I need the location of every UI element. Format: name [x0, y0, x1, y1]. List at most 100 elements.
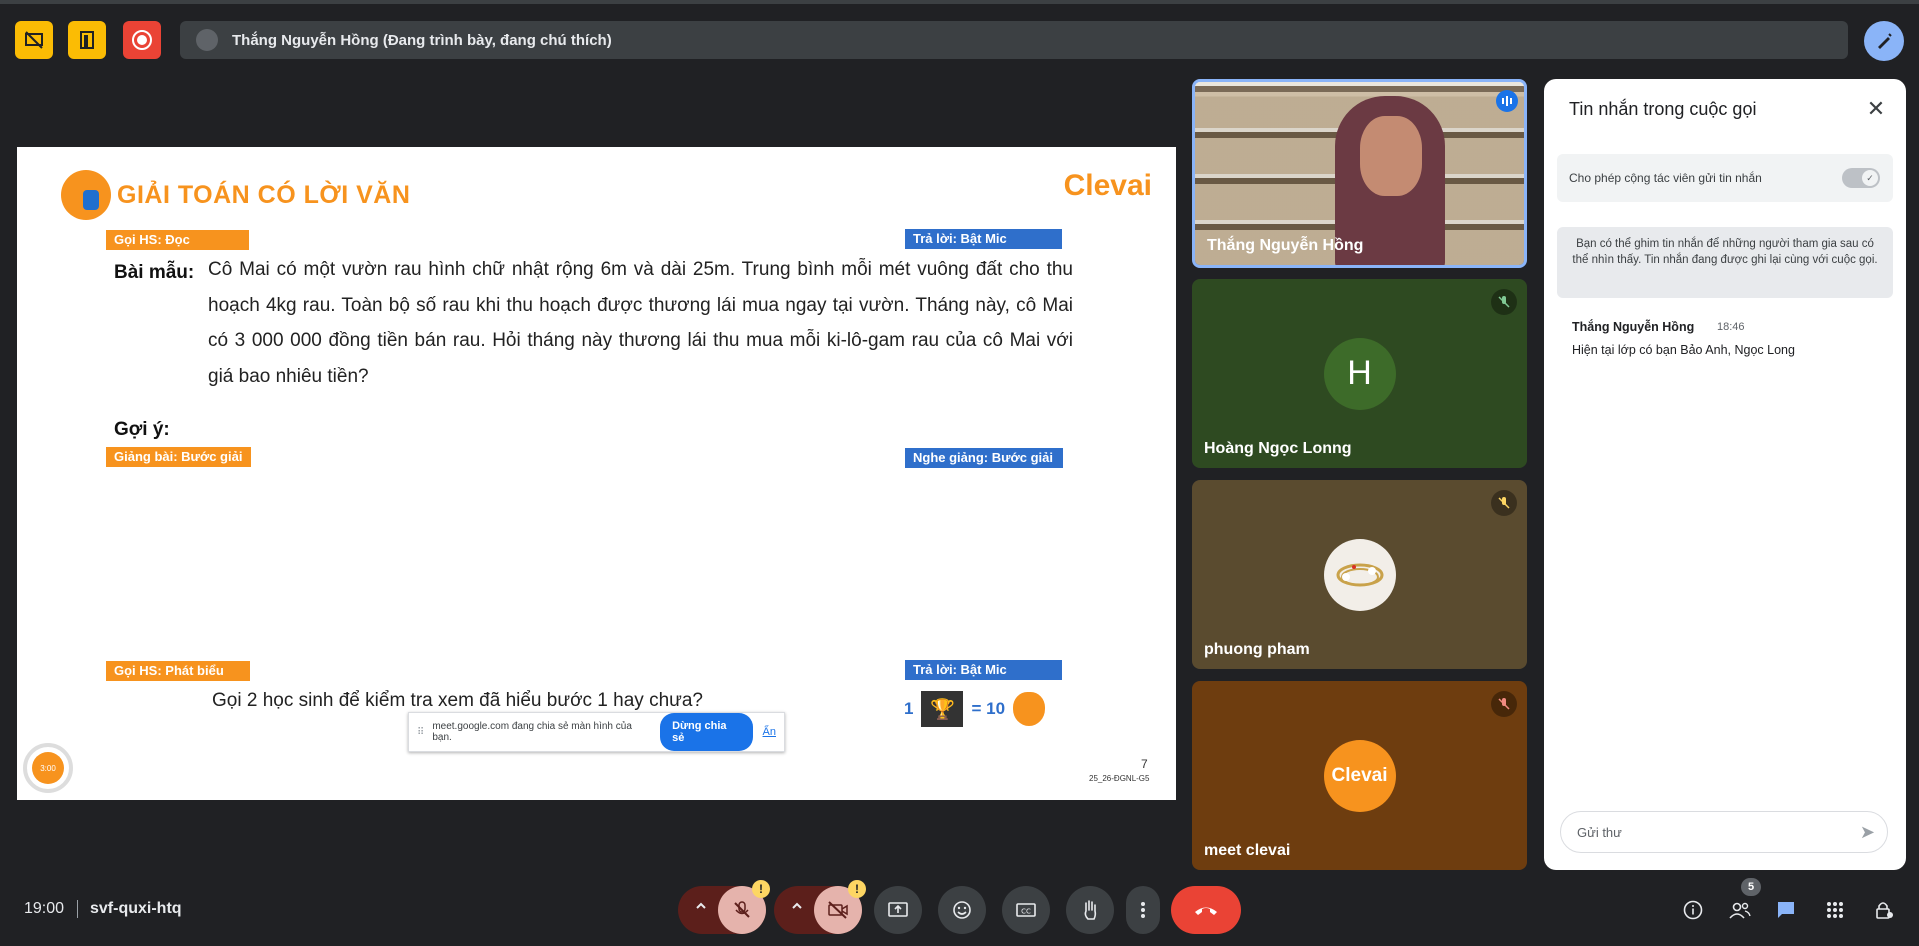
participant-tile[interactable]: H Hoàng Ngọc Lonng: [1192, 279, 1527, 468]
leave-call-button[interactable]: [1171, 886, 1241, 934]
slide-page-number: 7: [1141, 757, 1148, 771]
reward-value: = 10: [971, 699, 1006, 718]
more-options-button[interactable]: [1126, 886, 1160, 934]
tag-nghe-giang: Nghe giảng: Bước giải: [905, 448, 1063, 468]
pen-icon: [1878, 33, 1892, 49]
goi-y-label: Gợi ý:: [114, 419, 170, 440]
door-button[interactable]: [68, 21, 106, 59]
participant-name: meet clevai: [1204, 842, 1291, 859]
chat-button[interactable]: [1770, 894, 1802, 926]
raise-hand-icon: [1084, 900, 1097, 920]
slide-code: 25_26-ĐGNL-G5: [1089, 774, 1150, 783]
presenter-bar[interactable]: Thắng Nguyễn Hồng (Đang trình bày, đang …: [180, 21, 1848, 59]
chat-input[interactable]: Gửi thư ➤: [1560, 811, 1888, 853]
apps-grid-icon: [1827, 902, 1843, 918]
captions-icon: CC: [1016, 903, 1036, 917]
svg-text:CC: CC: [1021, 908, 1031, 916]
chat-panel: Tin nhắn trong cuộc gọi ✕ Cho phép cộng …: [1544, 79, 1906, 870]
participant-tile[interactable]: phuong pham: [1192, 480, 1527, 669]
chat-input-placeholder: Gửi thư: [1577, 824, 1622, 840]
tag-goi-doc: Gọi HS: Đọc: [106, 230, 249, 250]
lock-person-icon: [1876, 902, 1893, 919]
hide-popup-link[interactable]: Ẩn: [763, 726, 776, 738]
mic-off-icon: [1491, 691, 1517, 717]
message-time: 18:46: [1717, 321, 1745, 333]
stop-presenting-button[interactable]: [15, 21, 53, 59]
participant-tile[interactable]: Clevai meet clevai: [1192, 681, 1527, 870]
presenter-text: Thắng Nguyễn Hồng (Đang trình bày, đang …: [232, 31, 612, 49]
camera-toggle-button[interactable]: !: [814, 880, 866, 934]
message-text: Hiện tại lớp có bạn Bảo Anh, Ngọc Long: [1572, 343, 1795, 357]
bracelet-avatar-image: [1336, 563, 1383, 586]
bai-mau-label: Bài mẫu:: [114, 262, 195, 283]
presented-slide: GIẢI TOÁN CÓ LỜI VĂN Clevai Gọi HS: Đọc …: [17, 147, 1176, 800]
meeting-code: svf-quxi-htq: [90, 900, 182, 917]
camera-warning-badge: !: [848, 880, 866, 898]
meeting-time: 19:00: [24, 900, 65, 917]
annotate-button[interactable]: [1864, 21, 1904, 61]
mic-warning-badge: !: [752, 880, 770, 898]
slide-header: GIẢI TOÁN CÓ LỜI VĂN: [61, 170, 410, 220]
captions-button[interactable]: CC: [1002, 886, 1050, 934]
drag-handle-icon[interactable]: ⠿: [417, 727, 424, 738]
reward-row: 1 🏆 = 10: [904, 691, 1046, 727]
stopwatch: 3:00: [23, 743, 73, 793]
door-icon: [80, 31, 94, 49]
emoji-reactions-button[interactable]: [938, 886, 986, 934]
record-icon: [132, 30, 152, 50]
send-icon[interactable]: ➤: [1860, 822, 1875, 843]
trophy-icon: 🏆: [921, 691, 964, 727]
emoji-icon: [953, 901, 971, 919]
mic-off-icon: [734, 901, 750, 918]
meeting-details-button[interactable]: [1677, 894, 1709, 926]
question-text: Gọi 2 học sinh để kiểm tra xem đã hiểu b…: [212, 690, 703, 711]
people-button[interactable]: [1724, 894, 1756, 926]
chat-icon: [1778, 902, 1794, 918]
participant-name: Hoàng Ngọc Lonng: [1204, 440, 1352, 457]
people-icon: [1729, 902, 1751, 919]
collaborator-message-toggle[interactable]: ✓: [1842, 168, 1880, 188]
avatar: H: [1323, 337, 1396, 410]
more-vert-icon: [1141, 902, 1145, 918]
avatar: Clevai: [1323, 739, 1396, 812]
info-icon: [1683, 900, 1703, 920]
tag-tra-loi-2: Trả lời: Bật Mic: [905, 660, 1062, 680]
record-button[interactable]: [123, 21, 161, 59]
sharing-popup: ⠿ meet.google.com đang chia sẻ màn hình …: [408, 712, 785, 752]
close-icon[interactable]: ✕: [1864, 96, 1888, 121]
tag-goi-phat-bieu: Gọi HS: Phát biểu: [106, 661, 250, 681]
clevai-logo: Clevai: [1063, 169, 1152, 202]
present-screen-button[interactable]: [874, 886, 922, 934]
activities-button[interactable]: [1819, 894, 1851, 926]
participant-name: phuong pham: [1204, 641, 1310, 658]
stop-presenting-icon: [25, 31, 43, 49]
camera-control-group: !: [774, 880, 866, 934]
avatar: [1323, 538, 1396, 611]
camera-options-chevron-icon[interactable]: [790, 899, 804, 913]
toggle-label: Cho phép cộng tác viên gửi tin nhắn: [1569, 171, 1762, 185]
mic-off-icon: [1491, 289, 1517, 315]
present-screen-icon: [888, 902, 908, 917]
hang-up-icon: [1195, 907, 1217, 915]
mic-off-icon: [1491, 490, 1517, 516]
participant-face: [1360, 116, 1422, 196]
message-author: Thắng Nguyễn Hồng: [1572, 320, 1695, 334]
sharing-text: meet.google.com đang chia sẻ màn hình củ…: [432, 721, 632, 743]
participant-tile[interactable]: Thắng Nguyễn Hồng: [1192, 79, 1527, 268]
people-count-badge: 5: [1741, 878, 1761, 896]
divider: [77, 900, 78, 918]
host-controls-button[interactable]: [1868, 894, 1900, 926]
squirrel-mascot-icon: [61, 170, 111, 220]
top-strip: [0, 0, 1919, 4]
stop-sharing-button[interactable]: Dừng chia sẻ: [660, 713, 753, 751]
speaking-indicator-icon: [1496, 90, 1518, 112]
tag-giang-bai: Giảng bài: Bước giải: [106, 447, 251, 467]
raise-hand-button[interactable]: [1066, 886, 1114, 934]
check-icon: ✓: [1862, 170, 1878, 186]
camera-off-icon: [828, 901, 848, 919]
microphone-toggle-button[interactable]: !: [718, 880, 770, 934]
mic-options-chevron-icon[interactable]: [694, 899, 708, 913]
acorn-icon: [1013, 692, 1046, 726]
chat-info: Bạn có thể ghim tin nhắn để những người …: [1557, 227, 1893, 298]
participant-name: Thắng Nguyễn Hồng: [1207, 237, 1364, 254]
